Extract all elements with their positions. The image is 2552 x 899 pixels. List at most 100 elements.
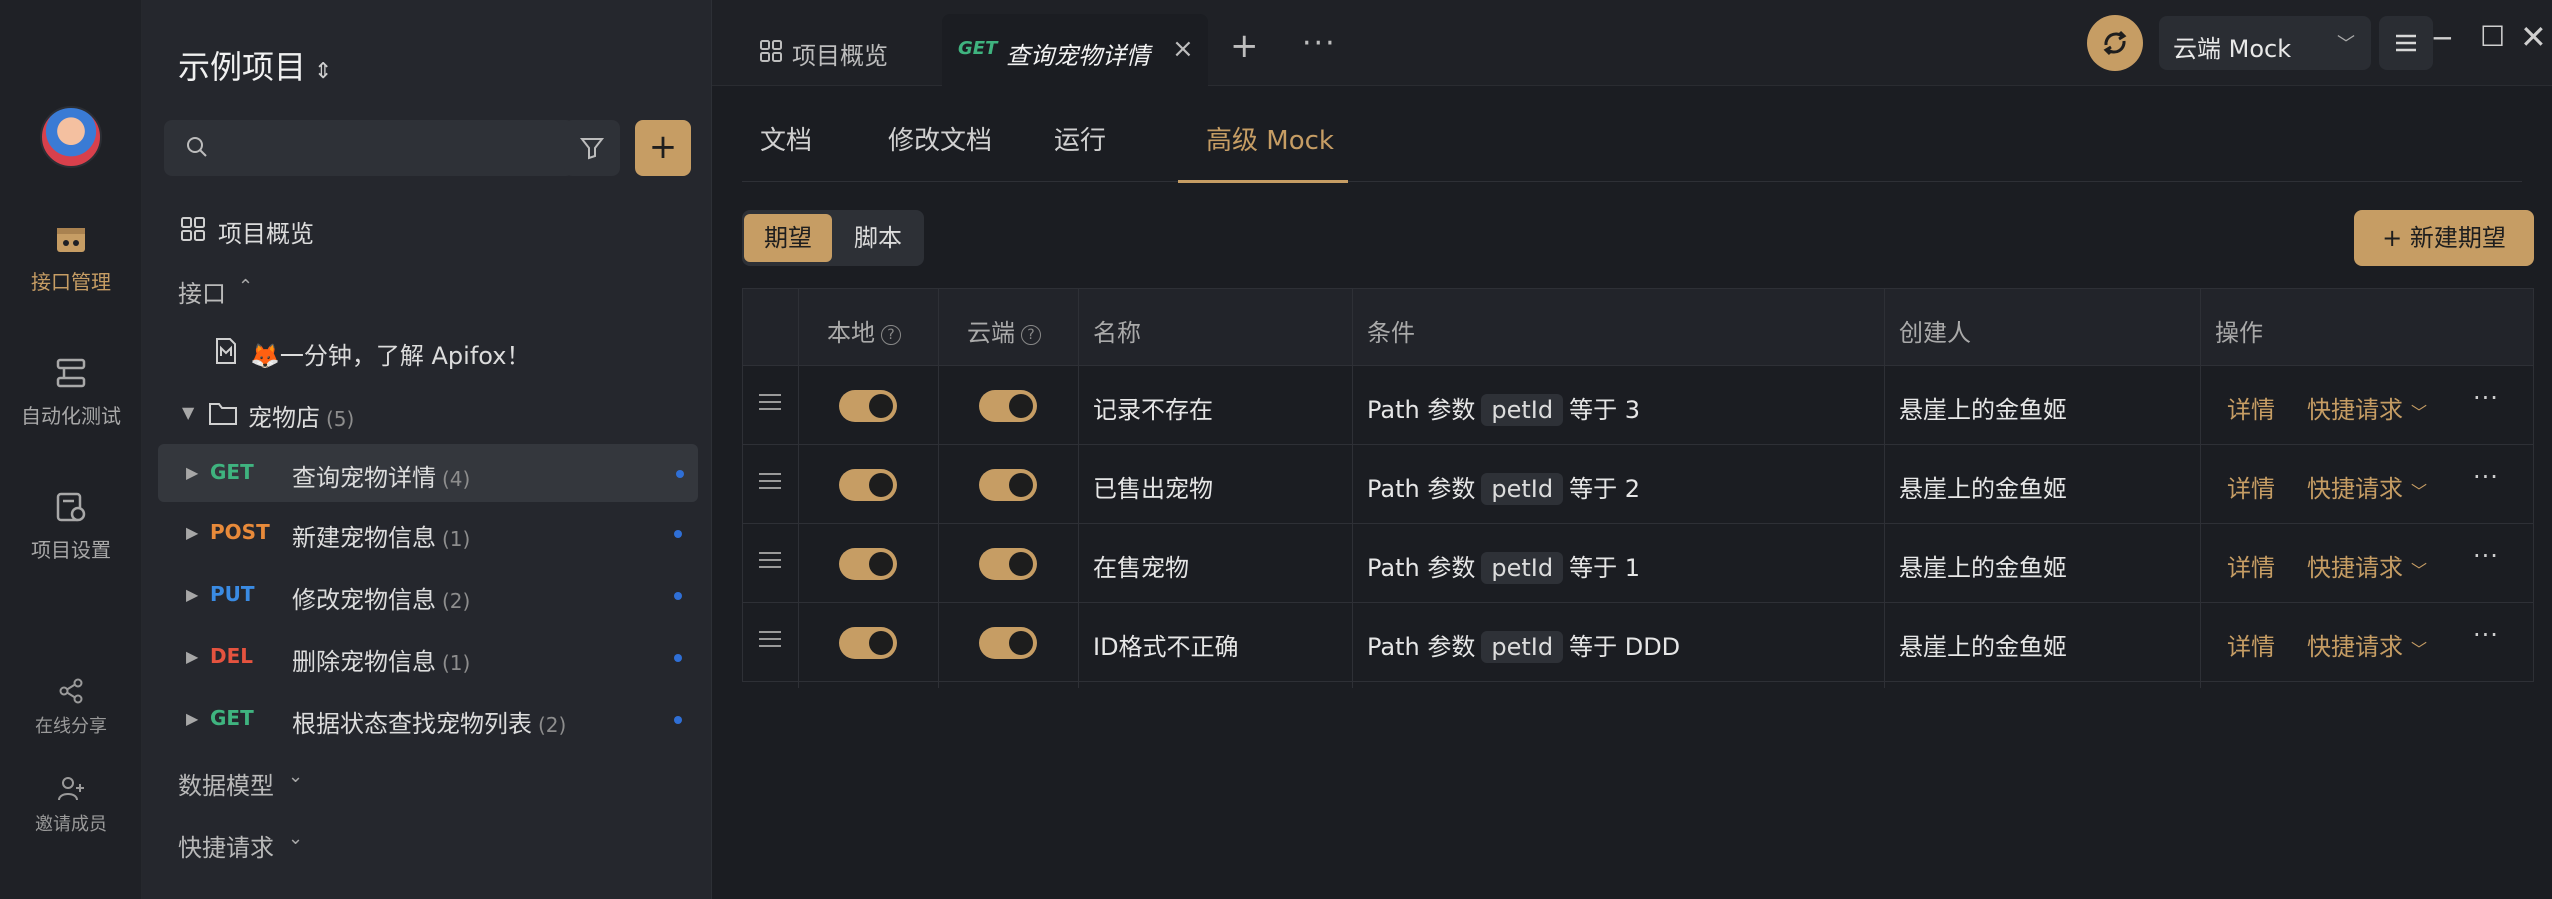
subtab-run[interactable]: 运行 <box>1054 120 1106 157</box>
drag-handle-icon[interactable] <box>759 394 781 415</box>
endpoint-name: 修改宠物信息 <box>292 586 436 614</box>
minimize-icon[interactable]: ─ <box>2434 22 2451 55</box>
rail-item-project-settings[interactable]: 项目设置 <box>0 490 142 563</box>
segment-script[interactable]: 脚本 <box>836 214 920 262</box>
drag-handle-icon[interactable] <box>759 552 781 573</box>
endpoint-count: (1) <box>442 651 471 675</box>
status-dot <box>674 654 682 662</box>
tab-label: 项目概览 <box>792 42 888 70</box>
caret-right-icon: ▶ <box>186 585 199 604</box>
quick-request-link[interactable]: 快捷请求 ﹀ <box>2307 469 2427 504</box>
detail-link[interactable]: 详情 <box>2227 627 2275 662</box>
creator: 悬崖上的金鱼姬 <box>1899 633 2067 661</box>
cloud-toggle[interactable] <box>979 469 1037 501</box>
more-tabs-icon[interactable]: ··· <box>1302 26 1337 61</box>
maximize-icon[interactable]: ☐ <box>2480 20 2505 53</box>
search-input[interactable] <box>164 120 574 176</box>
new-tab-button[interactable]: + <box>1230 26 1259 66</box>
column-header-name: 名称 <box>1093 319 1141 347</box>
add-button[interactable]: + <box>635 120 691 176</box>
subtab-edit-docs[interactable]: 修改文档 <box>888 120 992 157</box>
endpoint-count: (2) <box>538 713 567 737</box>
tree-endpoint-get-by-status[interactable]: ▶ GET 根据状态查找宠物列表 (2) <box>142 690 712 748</box>
condition-prefix: Path 参数 <box>1367 396 1476 424</box>
cloud-toggle[interactable] <box>979 548 1037 580</box>
drag-handle-icon[interactable] <box>759 631 781 652</box>
grid-icon <box>760 40 782 62</box>
param-chip: petId <box>1481 631 1564 663</box>
local-toggle[interactable] <box>839 390 897 422</box>
close-window-icon[interactable]: ✕ <box>2520 18 2547 56</box>
sync-button[interactable] <box>2087 15 2143 71</box>
tree-label: 删除宠物信息 (1) <box>292 642 470 677</box>
local-toggle[interactable] <box>839 548 897 580</box>
chevron-down-icon: ﹀ <box>2411 640 2428 659</box>
close-icon[interactable]: × <box>1172 34 1194 64</box>
rail-item-label: 邀请成员 <box>35 814 107 835</box>
more-actions-icon[interactable]: ··· <box>2473 621 2499 649</box>
condition-suffix: 等于 3 <box>1569 396 1640 424</box>
rail-item-api-management[interactable]: 接口管理 <box>0 222 142 295</box>
rail-item-automation-test[interactable]: 自动化测试 <box>0 356 142 429</box>
tab-project-overview[interactable]: 项目概览 <box>726 14 936 86</box>
local-toggle[interactable] <box>839 627 897 659</box>
tree-section-api[interactable]: 接口 ⌃ <box>142 260 712 318</box>
user-avatar[interactable] <box>40 106 102 168</box>
tree-item-intro-doc[interactable]: 🦊一分钟，了解 Apifox！ <box>142 322 712 380</box>
chevron-down-icon: ﹀ <box>2411 403 2428 422</box>
project-switcher[interactable]: 示例项目 ⇕ <box>178 42 332 88</box>
tree-endpoint-put-pet[interactable]: ▶ PUT 修改宠物信息 (2) <box>142 566 712 624</box>
condition: Path 参数 petId 等于 3 <box>1367 390 1640 426</box>
help-icon[interactable]: ? <box>881 325 901 345</box>
rail-item-share[interactable]: 在线分享 <box>0 676 142 738</box>
local-toggle[interactable] <box>839 469 897 501</box>
detail-link[interactable]: 详情 <box>2227 469 2275 504</box>
tree-item-overview[interactable]: 项目概览 <box>142 200 712 258</box>
tree-endpoint-del-pet[interactable]: ▶ DEL 删除宠物信息 (1) <box>142 628 712 686</box>
drag-handle-icon[interactable] <box>759 473 781 494</box>
mode-segmented-control: 期望 脚本 <box>742 210 924 266</box>
status-dot <box>674 592 682 600</box>
filter-button[interactable] <box>564 120 620 176</box>
menu-button[interactable] <box>2379 16 2433 70</box>
subtab-advanced-mock[interactable]: 高级 Mock <box>1206 120 1334 157</box>
table-row[interactable]: 已售出宠物 Path 参数 petId 等于 2 悬崖上的金鱼姬 详情 快捷请求 ﹀ … <box>742 445 2534 524</box>
quick-request-link[interactable]: 快捷请求 ﹀ <box>2307 390 2427 425</box>
plus-icon: + <box>648 127 678 167</box>
detail-link[interactable]: 详情 <box>2227 390 2275 425</box>
tree-section-data-models[interactable]: 数据模型 ⌄ <box>142 752 712 810</box>
table-row[interactable]: ID格式不正确 Path 参数 petId 等于 DDD 悬崖上的金鱼姬 详情 快捷… <box>742 603 2534 682</box>
more-actions-icon[interactable]: ··· <box>2473 463 2499 491</box>
tab-get-pet-detail[interactable]: GET 查询宠物详情 × <box>942 14 1208 86</box>
quick-request-label: 快捷请求 <box>2307 633 2403 661</box>
cloud-toggle[interactable] <box>979 627 1037 659</box>
creator: 悬崖上的金鱼姬 <box>1899 554 2067 582</box>
tree-endpoint-post-pet[interactable]: ▶ POST 新建宠物信息 (1) <box>142 504 712 562</box>
table-row[interactable]: 在售宠物 Path 参数 petId 等于 1 悬崖上的金鱼姬 详情 快捷请求 ﹀ ·… <box>742 524 2534 603</box>
chevron-down-icon: ⌄ <box>288 828 304 849</box>
section-label: 数据模型 <box>178 772 274 800</box>
chevron-down-icon: ﹀ <box>2411 561 2428 580</box>
tree-label: 宠物店 (5) <box>248 398 354 433</box>
tree-section-quick-requests[interactable]: 快捷请求 ⌄ <box>142 814 712 872</box>
quick-request-link[interactable]: 快捷请求 ﹀ <box>2307 627 2427 662</box>
cloud-toggle[interactable] <box>979 390 1037 422</box>
chevron-down-icon: ﹀ <box>2411 482 2428 501</box>
quick-request-link[interactable]: 快捷请求 ﹀ <box>2307 548 2427 583</box>
new-expectation-button[interactable]: + 新建期望 <box>2354 210 2534 266</box>
rail-item-invite-member[interactable]: 邀请成员 <box>0 774 142 836</box>
subtab-docs[interactable]: 文档 <box>760 120 812 157</box>
column-label: 本地 <box>827 319 875 347</box>
tree-folder-petstore[interactable]: ▼ 宠物店 (5) <box>142 384 712 442</box>
table-row[interactable]: 记录不存在 Path 参数 petId 等于 3 悬崖上的金鱼姬 详情 快捷请求 ﹀ … <box>742 366 2534 445</box>
param-chip: petId <box>1481 473 1564 505</box>
segment-expectation[interactable]: 期望 <box>744 214 832 262</box>
condition-prefix: Path 参数 <box>1367 554 1476 582</box>
more-actions-icon[interactable]: ··· <box>2473 384 2499 412</box>
tree-endpoint-get-pet[interactable]: ▶ GET 查询宠物详情 (4) <box>158 444 698 502</box>
folder-count: (5) <box>326 407 355 431</box>
detail-link[interactable]: 详情 <box>2227 548 2275 583</box>
environment-select[interactable]: 云端 Mock ﹀ <box>2159 16 2371 70</box>
help-icon[interactable]: ? <box>1021 325 1041 345</box>
more-actions-icon[interactable]: ··· <box>2473 542 2499 570</box>
